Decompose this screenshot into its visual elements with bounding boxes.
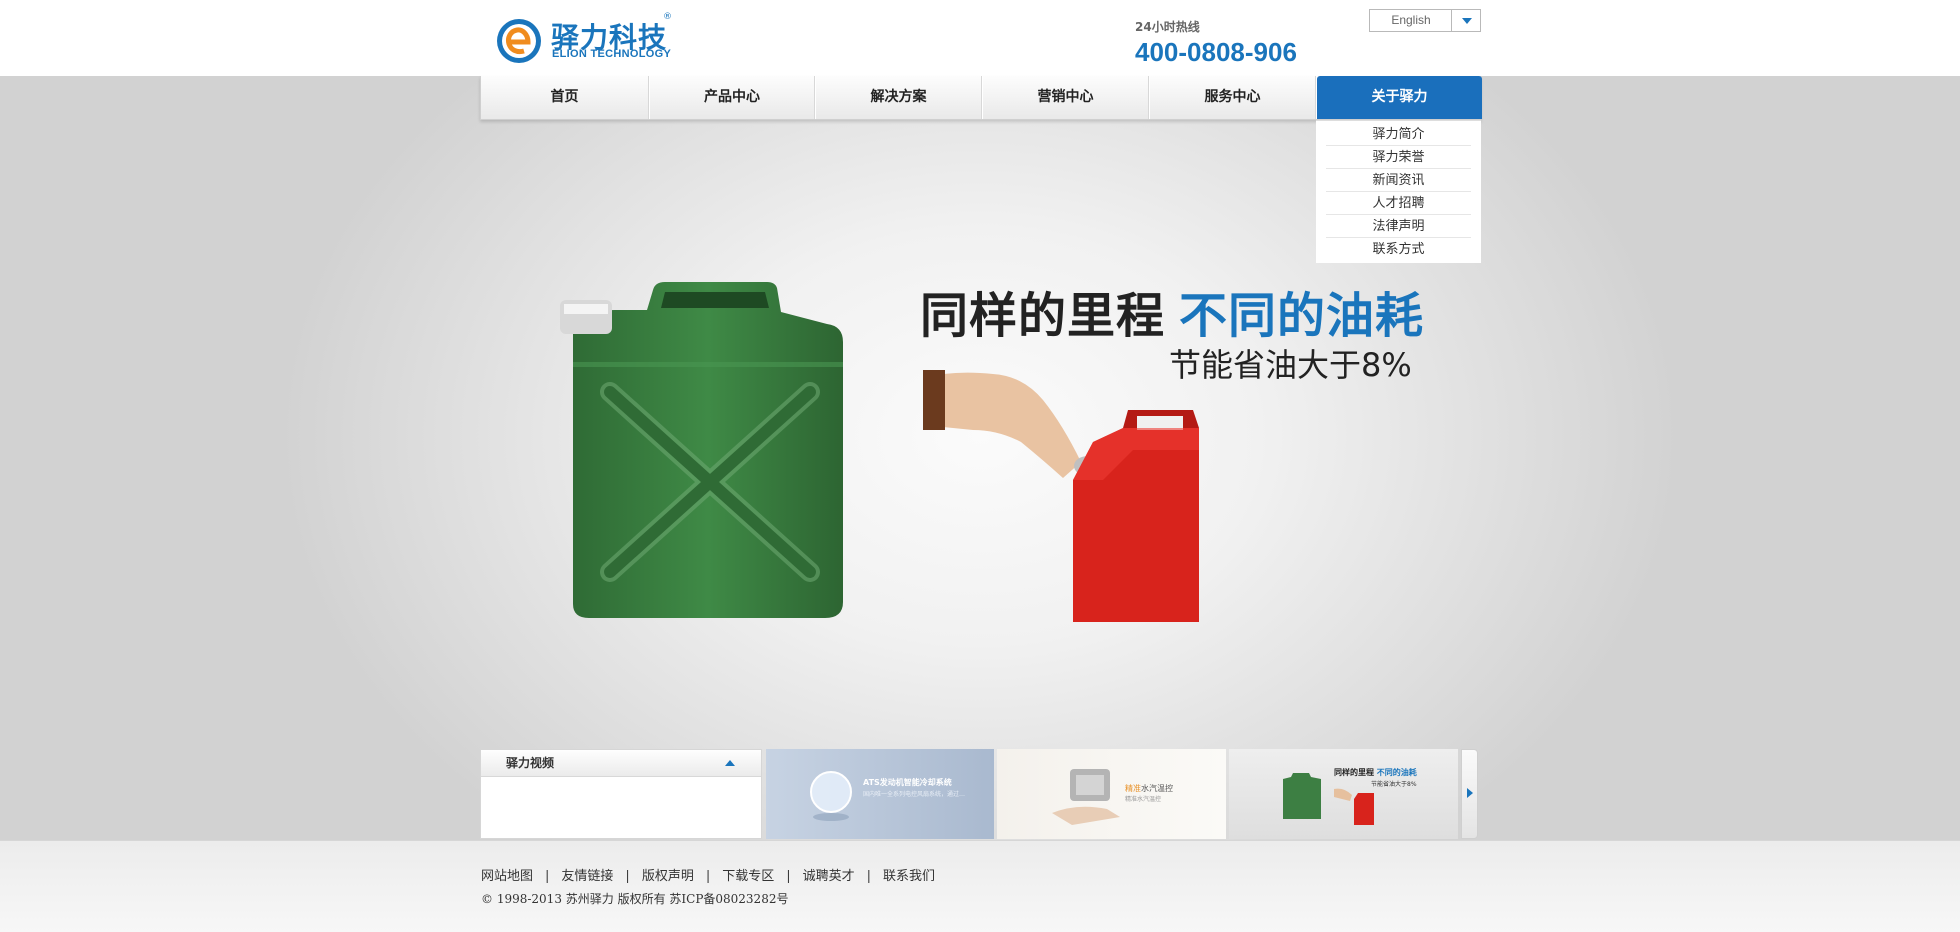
menu-item-honors[interactable]: 驿力荣誉 bbox=[1326, 146, 1471, 169]
video-panel-header: 驿力视频 bbox=[481, 750, 761, 777]
menu-item-profile[interactable]: 驿力简介 bbox=[1326, 123, 1471, 146]
slide-thumbnail-3[interactable]: 同样的里程 不同的油耗 节能省油大于8% bbox=[1229, 749, 1458, 839]
footer-separator: | bbox=[545, 869, 550, 884]
site-footer: 网站地图 | 友情链接 | 版权声明 | 下载专区 | 诚聘英才 | 联系我们 © 1998-201… bbox=[0, 840, 1960, 932]
footer-link-downloads[interactable]: 下载专区 bbox=[722, 869, 774, 884]
globe-icon bbox=[810, 771, 852, 821]
thumb3-title: 同样的里程 不同的油耗 bbox=[1334, 767, 1417, 778]
footer-separator: | bbox=[866, 869, 872, 884]
logo-e-icon bbox=[497, 19, 541, 63]
about-dropdown-menu: 驿力简介 驿力荣誉 新闻资讯 人才招聘 法律声明 联系方式 bbox=[1316, 120, 1481, 263]
nav-marketing[interactable]: 营销中心 bbox=[983, 76, 1148, 119]
engine-in-hand-icon bbox=[1052, 769, 1120, 825]
logo-text-en: ELION TECHNOLOGY bbox=[552, 48, 672, 60]
footer-link-contact[interactable]: 联系我们 bbox=[883, 869, 935, 884]
footer-link-sitemap[interactable]: 网站地图 bbox=[481, 869, 533, 884]
footer-link-copyright[interactable]: 版权声明 bbox=[642, 869, 694, 884]
banner-headline: 同样的里程 不同的油耗 bbox=[920, 276, 1424, 346]
logo[interactable]: 驿力科技 ® ELION TECHNOLOGY bbox=[495, 12, 675, 64]
nav-solutions[interactable]: 解决方案 bbox=[816, 76, 981, 119]
nav-about[interactable]: 关于驿力 bbox=[1317, 76, 1482, 119]
menu-item-careers[interactable]: 人才招聘 bbox=[1326, 192, 1471, 215]
menu-item-news[interactable]: 新闻资讯 bbox=[1326, 169, 1471, 192]
thumb2-title-main: 水汽温控 bbox=[1141, 784, 1173, 793]
video-panel-title: 驿力视频 bbox=[506, 756, 555, 770]
registered-mark: ® bbox=[663, 12, 672, 22]
menu-item-contact[interactable]: 联系方式 bbox=[1326, 238, 1471, 261]
chevron-down-icon[interactable] bbox=[1451, 10, 1480, 31]
red-can-with-hand-image bbox=[923, 370, 1199, 622]
language-select[interactable]: English bbox=[1369, 9, 1481, 32]
footer-separator: | bbox=[705, 869, 711, 884]
copyright-text: © 1998-2013 苏州驿力 版权所有 苏ICP备08023282号 bbox=[481, 892, 789, 906]
nav-service[interactable]: 服务中心 bbox=[1150, 76, 1315, 119]
headline-blue: 不同的油耗 bbox=[1179, 288, 1425, 344]
footer-links: 网站地图 | 友情链接 | 版权声明 | 下载专区 | 诚聘英才 | 联系我们 bbox=[481, 865, 935, 884]
red-can-icon bbox=[1334, 788, 1374, 825]
hotline-label: 24小时热线 bbox=[1135, 20, 1200, 34]
headline-main: 同样的里程 bbox=[920, 288, 1166, 344]
hotline-number: 400-0808-906 bbox=[1135, 37, 1297, 67]
thumb2-subtitle: 精准水汽温控 bbox=[1125, 796, 1162, 803]
thumb3-title-blue: 不同的油耗 bbox=[1376, 768, 1417, 777]
nav-products[interactable]: 产品中心 bbox=[650, 76, 814, 119]
footer-link-jobs[interactable]: 诚聘英才 bbox=[803, 869, 855, 884]
hotline: 24小时热线 400-0808-906 bbox=[1135, 18, 1297, 68]
thumb3-title-main: 同样的里程 bbox=[1334, 768, 1374, 777]
green-can-icon bbox=[1283, 773, 1321, 819]
video-panel: 驿力视频 bbox=[480, 749, 762, 839]
main-nav: 首页 产品中心 解决方案 营销中心 服务中心 关于驿力 bbox=[480, 76, 1482, 120]
thumb1-title: ATS发动机智能冷却系统 bbox=[863, 778, 952, 787]
thumb2-title: 精准水汽温控 bbox=[1125, 783, 1173, 794]
footer-link-friends[interactable]: 友情链接 bbox=[561, 869, 613, 884]
language-value: English bbox=[1391, 13, 1431, 27]
thumb2-title-accent: 精准 bbox=[1125, 784, 1141, 793]
site-header: 驿力科技 ® ELION TECHNOLOGY 24小时热线 400-0808-… bbox=[0, 0, 1960, 76]
thumb1-subtitle: 国内唯一全系列电控风扇系统，通过… bbox=[863, 791, 966, 798]
thumb3-subtitle: 节能省油大于8% bbox=[1371, 781, 1417, 788]
nav-home[interactable]: 首页 bbox=[481, 76, 648, 119]
slide-thumbnail-1[interactable]: ATS发动机智能冷却系统 国内唯一全系列电控风扇系统，通过… bbox=[766, 749, 994, 839]
banner-subheadline: 节能省油大于8% bbox=[1169, 346, 1412, 384]
chevron-up-icon[interactable] bbox=[725, 760, 735, 766]
slide-thumbnail-2[interactable]: 精准水汽温控 精准水汽温控 bbox=[997, 749, 1226, 839]
footer-separator: | bbox=[625, 869, 630, 884]
footer-separator: | bbox=[786, 869, 791, 884]
menu-item-legal[interactable]: 法律声明 bbox=[1326, 215, 1471, 238]
slider-next-button[interactable] bbox=[1461, 749, 1478, 839]
green-jerry-can-image bbox=[560, 282, 843, 618]
